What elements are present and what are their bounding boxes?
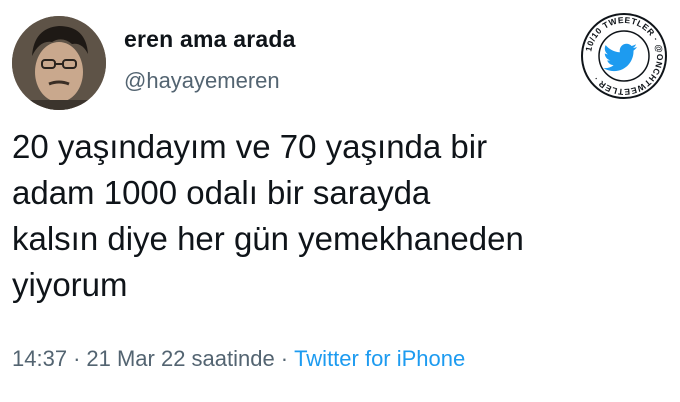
avatar[interactable] bbox=[12, 16, 106, 110]
tweet-source-link[interactable]: Twitter for iPhone bbox=[294, 346, 465, 371]
tweet-line-2: adam 1000 odalı bir sarayda bbox=[12, 174, 431, 211]
tweet-line-4: yiyorum bbox=[12, 266, 128, 303]
meta-separator: · bbox=[73, 346, 81, 371]
tweet-line-3: kalsın diye her gün yemekhaneden bbox=[12, 220, 524, 257]
user-handle[interactable]: @hayayemeren bbox=[124, 68, 280, 94]
meta-separator: · bbox=[280, 346, 289, 371]
tweet-meta: 14:37 · 21 Mar 22 saatinde · Twitter for iPh… bbox=[12, 346, 465, 372]
tweet-date[interactable]: 21 Mar 22 saatinde bbox=[86, 346, 274, 371]
tweet-text: 20 yaşındayım ve 70 yaşında bir adam 100… bbox=[12, 124, 672, 308]
avatar-image bbox=[12, 16, 106, 110]
tweet-time[interactable]: 14:37 bbox=[12, 346, 67, 371]
tweetler-badge: 10/10 TWEETLER · @ONCHTWEETLER · bbox=[580, 12, 668, 100]
tweet-line-1: 20 yaşındayım ve 70 yaşında bir bbox=[12, 128, 488, 165]
twitter-bird-icon: 10/10 TWEETLER · @ONCHTWEETLER · bbox=[581, 13, 667, 99]
display-name[interactable]: eren ama arada bbox=[124, 26, 296, 53]
